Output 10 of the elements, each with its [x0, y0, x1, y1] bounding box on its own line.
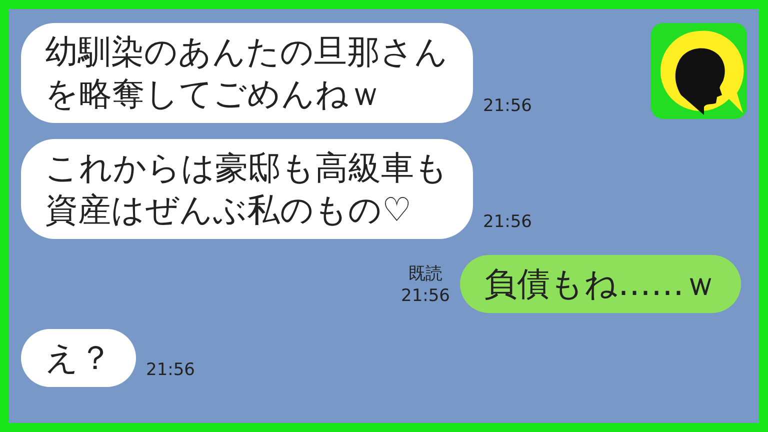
message-bubble: 負債もね……ｗ [460, 255, 741, 313]
avatar-icon[interactable] [651, 23, 747, 119]
message-time: 21:56 [146, 359, 195, 381]
message-bubble: これからは豪邸も高級車も資産はぜんぶ私のもの♡ [21, 139, 473, 239]
message-time: 21:56 [483, 211, 532, 233]
message-bubble: 幼馴染のあんたの旦那さんを略奪してごめんねｗ [21, 23, 473, 123]
read-receipt: 既読 [408, 263, 442, 285]
message-bubble: え？ [21, 329, 136, 387]
message-time: 21:56 [401, 285, 450, 307]
message-time: 21:56 [483, 95, 532, 117]
